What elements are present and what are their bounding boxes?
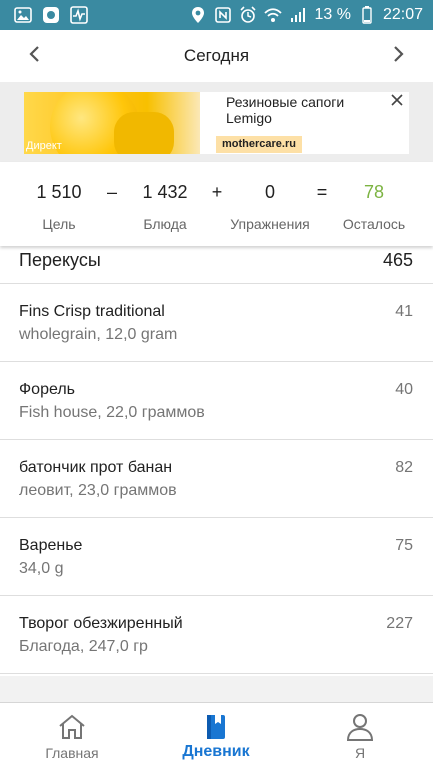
food-name: Творог обезжиренный [19,615,183,632]
wifi-icon [264,6,283,24]
alarm-icon [239,6,257,24]
goal-label: Цель [42,216,76,232]
section-header-snacks[interactable]: Перекусы 465 [0,246,433,284]
nfc-icon [214,6,232,24]
food-value: 1 432 [142,182,188,202]
exercise-label: Упражнения [230,216,310,232]
ad-container: Директ Резиновые сапоги Lemigo mothercar… [0,82,433,162]
tab-home-label: Главная [45,745,99,761]
close-icon [391,93,403,111]
status-time: 22:07 [382,6,423,23]
tab-me[interactable]: Я [288,703,432,770]
battery-icon [358,6,376,24]
date-header: Сегодня [0,30,433,82]
food-entry[interactable]: Творог обезжиренный Благода, 247,0 гр 22… [0,596,433,674]
tab-diary-label: Дневник [182,743,250,760]
remaining-label: Осталось [342,216,406,232]
food-calories: 75 [395,537,413,554]
home-icon [56,711,88,743]
remaining-value: 78 [363,182,385,202]
food-calories: 40 [395,381,413,398]
bottom-navigation: Главная Дневник Я [0,702,433,770]
minus-sign: – [106,182,118,202]
food-description: леовит, 23,0 граммов [19,482,177,499]
calorie-summary: 1 510 Цель – 1 432 Блюда + 0 Упражнения … [0,162,433,246]
food-entry[interactable]: Форель Fish house, 22,0 граммов 40 [0,362,433,440]
next-section-partial [0,676,433,702]
food-description: Благода, 247,0 гр [19,638,148,655]
tab-home[interactable]: Главная [0,703,144,770]
person-icon [344,711,376,743]
food-description: 34,0 g [19,560,64,577]
ad-label: Директ [26,140,62,152]
goal-value: 1 510 [36,182,82,202]
tab-diary[interactable]: Дневник [144,703,288,770]
signal-icon [289,6,307,24]
food-name: Форель [19,381,75,398]
food-description: Fish house, 22,0 граммов [19,404,205,421]
section-total: 465 [382,250,413,270]
page-title: Сегодня [183,46,250,65]
diary-list[interactable]: Перекусы 465 Fins Crisp traditional whol… [0,246,433,702]
food-entry[interactable]: Fins Crisp traditional wholegrain, 12,0 … [0,284,433,362]
equals-sign: = [316,182,328,202]
status-bar: 13 % 22:07 [0,0,433,30]
food-label: Блюда [143,216,187,232]
food-calories: 82 [395,459,413,476]
exercise-value: 0 [264,182,276,202]
food-entry[interactable]: Варенье 34,0 g 75 [0,518,433,596]
food-calories: 227 [386,615,413,632]
battery-percent: 13 % [314,6,351,23]
food-entry[interactable]: батончик прот банан леовит, 23,0 граммов… [0,440,433,518]
food-description: wholegrain, 12,0 gram [19,326,178,343]
gallery-icon [14,6,32,24]
food-name: батончик прот банан [19,459,173,476]
chevron-right-icon [393,45,405,68]
ad-domain[interactable]: mothercare.ru [216,136,302,153]
app-notification-icon [42,6,60,24]
tab-me-label: Я [354,745,366,761]
chevron-left-icon [28,45,40,68]
next-day-button[interactable] [375,30,423,82]
plus-sign: + [211,182,223,202]
activity-icon [70,6,88,24]
ad-title: Резиновые сапоги Lemigo [226,94,345,126]
section-name: Перекусы [19,250,101,270]
ad-banner[interactable]: Директ Резиновые сапоги Lemigo mothercar… [24,92,409,154]
location-icon [189,6,207,24]
ad-close-button[interactable] [389,94,405,110]
food-name: Варенье [19,537,83,554]
food-calories: 41 [395,303,413,320]
ad-image: Директ [24,92,200,154]
previous-day-button[interactable] [10,30,58,82]
book-icon [200,711,232,743]
food-name: Fins Crisp traditional [19,303,165,320]
